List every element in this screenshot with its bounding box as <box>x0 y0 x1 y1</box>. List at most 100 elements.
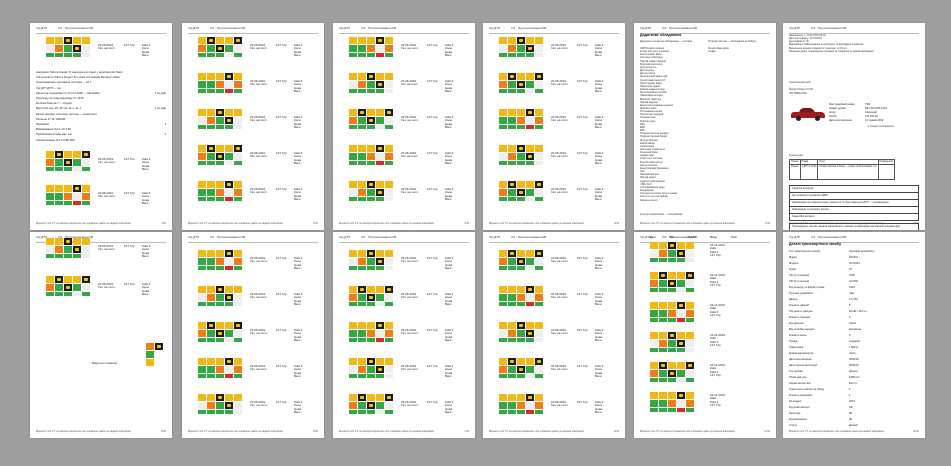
trip-entry[interactable]: 23.06.2019 Газ. на тепл. 127 Гєр Київ 3 Кола… <box>36 238 166 269</box>
trip-entry[interactable]: 23.06.2019 Газ. на тепл. 127 Гєр Київ 3 Кола… <box>339 37 469 68</box>
summary-section[interactable]: Гарантійні витрати <box>789 213 919 221</box>
trip-entry[interactable]: 23.06.2019 Газ. на тепл. 127 Гєр Київ 3 Кола… <box>339 286 469 317</box>
report-page[interactable]: Хід ДТП V.6 · Протоколювання КВ Відомості … <box>182 232 324 438</box>
trip-entry[interactable]: 23.06.2019 Газ. на тепл. 127 Гєр Київ 3 Кола… <box>36 37 166 68</box>
entry-date-place: 23.06.2019 Газ. на тепл. <box>250 292 268 300</box>
report-page[interactable]: Хід ДТП V.6 · Протоколювання КВ Відомості … <box>634 232 776 438</box>
trip-entry[interactable]: 23.06.2019 Газ. на тепл. 127 Гєр Київ 3 Кола… <box>188 250 318 281</box>
trip-entry[interactable]: 23.06.2019 Газ. на тепл. 127 Гєр Київ 3 Кола… <box>339 250 469 281</box>
report-page[interactable]: Хід ДТП V.6 · Протоколювання КВ Відомості … <box>30 232 172 438</box>
report-page[interactable]: Хід ДТП V.6 · Протоколювання КВ Відомості … <box>333 23 475 230</box>
vehicle-status-icon <box>207 145 215 152</box>
status-cell <box>508 294 516 301</box>
trip-entry[interactable]: 23.06.2019 Газ. на тепл. 127 Гєр Київ 3 Кола… <box>489 181 619 212</box>
trip-entry[interactable]: 23.11.2019 Київ Київ 3 127 Гєр <box>640 332 770 363</box>
status-cell <box>64 193 72 200</box>
trip-entry[interactable]: 23.06.2019 Газ. на тепл. 127 Гєр Київ 3 Кола… <box>489 286 619 317</box>
trip-entry[interactable]: 23.06.2019 Газ. на тепл. 127 Гєр Київ 3 Кола… <box>188 286 318 317</box>
trip-entry[interactable]: 23.06.2019 Газ. на тепл. 127 Гєр Київ 3 Кола… <box>188 394 318 425</box>
entry-values: Київ 3 Кола Нова Ваги <box>294 292 302 307</box>
trip-entry[interactable]: 23.06.2019 Газ. на тепл. 127 Гєр Київ 3 Кола… <box>188 322 318 353</box>
vehicle-photo <box>791 107 825 121</box>
note-row: Рішення 17-11 1000-ВГ <box>36 118 166 121</box>
status-cell <box>216 189 224 196</box>
status-cell <box>668 288 676 292</box>
vehicle-status-icon <box>508 358 516 365</box>
trip-entry[interactable]: 23.06.2019 Газ. на тепл. 127 Гєр Київ 3 Кола… <box>339 322 469 353</box>
detail-row: VIN (1-я позиція) TMB <box>789 274 919 277</box>
trip-entry[interactable]: 23.06.2019 Газ. на тепл. 127 Гєр Київ 3 Кола… <box>36 276 166 307</box>
trip-entry[interactable]: 23.11.2019 Київ Київ 3 127 Гєр <box>640 392 770 423</box>
entry-speed: 127 Гєр <box>124 282 135 286</box>
confirm-box[interactable]: Підтверджую, що вся надана інформація є … <box>789 223 919 230</box>
trip-entry[interactable]: 23.11.2019 Київ Київ 3 127 Гєр <box>640 272 770 303</box>
trip-entry[interactable]: 23.06.2019 Газ. на тепл. 127 Гєр Київ 3 Кола… <box>489 37 619 68</box>
status-cell <box>517 266 525 270</box>
vehicle-status-icon <box>385 286 393 293</box>
trip-entry[interactable]: 23.06.2019 Газ. на тепл. 127 Гєр Київ 3 Кола… <box>489 322 619 353</box>
trip-entry[interactable]: 23.06.2019 Газ. на тепл. 127 Гєр Київ 3 Кола… <box>489 394 619 425</box>
trip-entry[interactable]: 23.06.2019 Газ. на тепл. 127 Гєр Київ 3 Кола… <box>188 358 318 389</box>
trip-entry[interactable]: 23.06.2019 Газ. на тепл. 127 Гєр Київ 3 Кола… <box>339 145 469 176</box>
status-cell <box>499 294 507 301</box>
status-cell <box>686 392 694 399</box>
trip-entry[interactable]: 23.06.2019 Газ. на тепл. 127 Гєр Київ 3 Кола… <box>188 145 318 176</box>
trip-entry[interactable]: 23.06.2019 Газ. на тепл. 127 Гєр Київ 3 Кола… <box>339 73 469 104</box>
report-page[interactable]: Хід ДТП V.6 · Протоколювання КВ Відомості … <box>783 23 925 230</box>
trip-entry[interactable]: 23.06.2019 Газ. на тепл. 127 Гєр Київ 3 Кола… <box>36 185 166 216</box>
entry-speed: 127 Гєр <box>427 328 438 332</box>
trip-entry[interactable]: 23.06.2019 Газ. на тепл. 127 Гєр Київ 3 Кола… <box>339 109 469 140</box>
note-row: Зворотна переробка по 15 (0.2.0002 — Мел… <box>36 92 166 95</box>
status-cell <box>358 45 366 52</box>
status-cell <box>358 374 366 378</box>
status-cell <box>349 286 357 293</box>
trip-entry-small[interactable] <box>146 342 172 373</box>
trip-entry[interactable]: 23.06.2019 Газ. на тепл. 127 Гєр Київ 3 Кола… <box>188 109 318 140</box>
trip-entry[interactable]: 23.06.2019 Газ. на тепл. 127 Гєр Київ 3 Кола… <box>489 358 619 389</box>
report-page[interactable]: Хід ДТП V.6 · Протоколювання КВ Відомості … <box>483 232 625 438</box>
trip-entry[interactable]: 23.11.2019 Київ Київ 3 127 Гєр <box>640 362 770 393</box>
footer-left: Відомості про ТЗ, що використовувались п… <box>789 430 884 433</box>
status-cell <box>234 294 242 301</box>
status-cell <box>686 378 694 382</box>
report-page[interactable]: Хід ДТП V.6 · Протоколювання КВ Відомості … <box>30 23 172 230</box>
status-cell <box>659 370 667 377</box>
status-cell <box>376 109 384 116</box>
trip-entry[interactable]: 23.06.2019 Газ. на тепл. 127 Гєр Київ 3 Кола… <box>489 73 619 104</box>
trip-entry[interactable]: 23.06.2019 Газ. на тепл. 127 Гєр Київ 3 Кола… <box>188 73 318 104</box>
trip-entry[interactable]: 23.06.2019 Газ. на тепл. 127 Гєр Київ 3 Кола… <box>489 145 619 176</box>
trip-entry[interactable]: 23.06.2019 Газ. на тепл. 127 Гєр Київ 3 Кола… <box>339 358 469 389</box>
icon-row <box>198 188 243 196</box>
status-cell <box>508 266 516 270</box>
spec-label: Дата виготовлення <box>829 119 852 122</box>
vehicle-status-icon <box>216 394 224 401</box>
report-page[interactable]: Хід ДТП V.6 · Протоколювання КВ Відомості … <box>634 23 776 230</box>
trip-entry[interactable]: 23.06.2019 Газ. на тепл. 127 Гєр Київ 3 Кола… <box>339 394 469 425</box>
report-page[interactable]: Хід ДТП V.6 · Протоколювання КВ Відомості … <box>783 232 925 438</box>
report-page[interactable]: Хід ДТП V.6 · Протоколювання КВ Відомості … <box>333 232 475 438</box>
trip-entry[interactable]: 23.06.2019 Газ. на тепл. 127 Гєр Київ 3 Кола… <box>188 181 318 212</box>
entry-date-place: 23.06.2019 Газ. на тепл. <box>401 256 419 264</box>
header-left: Хід ДТП <box>489 235 501 239</box>
status-cell <box>46 167 54 171</box>
status-cell <box>526 197 534 201</box>
status-cell <box>650 272 658 279</box>
vehicle-status-icon <box>367 294 375 301</box>
trip-entry[interactable]: 23.06.2019 Газ. на тепл. 127 Гєр Київ 3 Кола… <box>489 109 619 140</box>
icon-row <box>198 409 243 414</box>
vehicle-status-icon <box>216 330 224 337</box>
trip-entry[interactable]: 23.06.2019 Газ. на тепл. 127 Гєр Київ 3 Кола… <box>489 250 619 281</box>
trip-entry[interactable]: 23.06.2019 Газ. на тепл. 127 Гєр Київ 3 Кола… <box>188 37 318 68</box>
status-cell <box>650 408 658 412</box>
trip-entry[interactable]: 23.06.2019 Газ. на тепл. 127 Гєр Київ 3 Кола… <box>339 181 469 212</box>
status-cell <box>517 197 525 201</box>
icon-row <box>499 145 544 152</box>
icon-row <box>198 358 243 365</box>
trip-entry[interactable]: 23.11.2019 Київ Київ 3 127 Гєр <box>640 242 770 273</box>
report-page[interactable]: Хід ДТП V.6 · Протоколювання КВ Відомості … <box>483 23 625 230</box>
trip-entry[interactable]: 23.06.2019 Газ. на тепл. 127 Гєр Київ 3 Кола… <box>36 151 166 182</box>
status-cell <box>508 37 516 44</box>
trip-entry[interactable]: 23.11.2019 Київ Київ 3 127 Гєр <box>640 302 770 333</box>
status-cell <box>650 280 658 287</box>
report-page[interactable]: Хід ДТП V.6 · Протоколювання КВ Відомості … <box>182 23 324 230</box>
